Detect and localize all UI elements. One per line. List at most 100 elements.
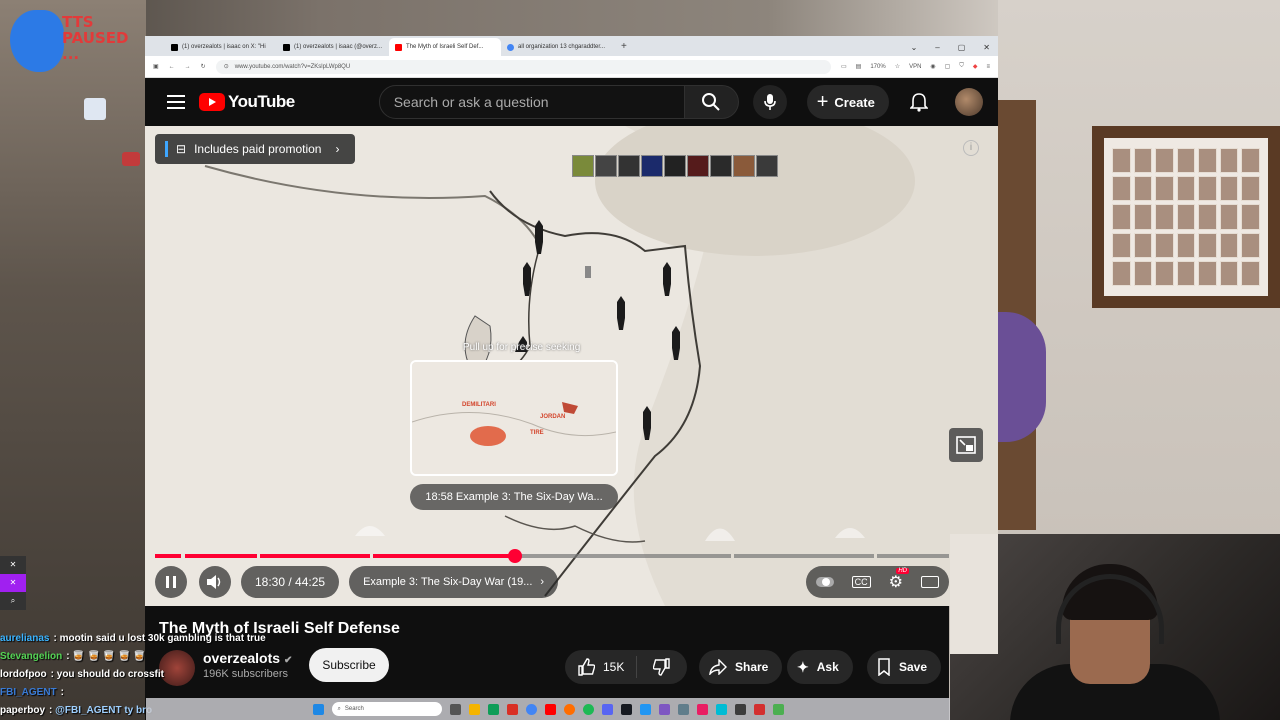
tab-x-1[interactable]: (1) overzealots | isaac on X: "Hi bbox=[165, 38, 277, 56]
youtube-logo-text: YouTube bbox=[228, 92, 295, 111]
pause-button[interactable] bbox=[155, 566, 187, 598]
chat-side-buttons: ✕ ✕ ⌕ bbox=[0, 556, 26, 610]
captions-button[interactable]: CC bbox=[851, 576, 871, 588]
firefox-icon[interactable] bbox=[563, 703, 575, 715]
shield-icon[interactable]: ⛉ bbox=[959, 63, 964, 70]
account-avatar[interactable] bbox=[954, 88, 983, 116]
search-icon[interactable]: ⌕ bbox=[0, 592, 26, 610]
close-icon[interactable]: ✕ bbox=[983, 43, 990, 52]
theater-mode-button[interactable] bbox=[921, 576, 939, 588]
windows-start-icon[interactable] bbox=[312, 703, 324, 715]
video-player[interactable]: ⊟ Includes paid promotion › i Pull up fo… bbox=[145, 126, 998, 606]
youtube-icon[interactable] bbox=[544, 703, 556, 715]
url-field[interactable]: ⊙ www.youtube.com/watch?v=ZKslpLWp8QU bbox=[215, 59, 831, 74]
site-info-icon[interactable]: ⊙ bbox=[224, 63, 229, 70]
search-button[interactable] bbox=[684, 85, 739, 119]
save-label: Save bbox=[899, 660, 928, 674]
edge-icon[interactable] bbox=[487, 703, 499, 715]
close-icon[interactable]: ✕ bbox=[0, 556, 26, 574]
chapter-button[interactable]: Example 3: The Six-Day War (19... › bbox=[349, 566, 559, 598]
menu-icon[interactable]: ≡ bbox=[986, 64, 990, 70]
close-icon[interactable]: ✕ bbox=[0, 574, 26, 592]
bookmark-icon[interactable]: ☆ bbox=[895, 63, 900, 70]
app-icon[interactable] bbox=[753, 703, 765, 715]
tab-list-icon[interactable]: ⌄ bbox=[911, 43, 918, 52]
app-icon[interactable] bbox=[658, 703, 670, 715]
app-icon[interactable] bbox=[696, 703, 708, 715]
plus-icon: + bbox=[816, 91, 829, 113]
taskbar-search[interactable]: ⌕ Search bbox=[331, 702, 442, 716]
miniplayer-button[interactable] bbox=[949, 428, 983, 462]
zoom-level[interactable]: 170% bbox=[870, 64, 885, 70]
settings-button[interactable]: ⚙ HD bbox=[889, 568, 909, 592]
desktop-file-icon[interactable] bbox=[84, 98, 106, 120]
voice-search-button[interactable] bbox=[752, 85, 787, 119]
paid-promotion-banner[interactable]: ⊟ Includes paid promotion › bbox=[155, 134, 355, 164]
notifications-button[interactable] bbox=[907, 90, 931, 114]
spotify-icon[interactable] bbox=[582, 703, 594, 715]
tab-label: The Myth of Israeli Self Def... bbox=[406, 44, 484, 50]
ask-label: Ask bbox=[816, 660, 839, 674]
chapter-title: Example 3: The Six-Day War (19... bbox=[363, 576, 533, 588]
forward-icon[interactable]: → bbox=[185, 64, 191, 70]
paid-promotion-icon: ⊟ bbox=[176, 142, 187, 156]
google-icon bbox=[507, 43, 514, 51]
sidebar-icon[interactable]: ▣ bbox=[153, 63, 159, 70]
new-tab-button[interactable]: + bbox=[613, 38, 635, 56]
maximize-icon[interactable]: ▢ bbox=[958, 43, 966, 52]
picture-frame bbox=[1092, 126, 1280, 308]
autoplay-toggle[interactable] bbox=[815, 577, 834, 587]
create-label: Create bbox=[834, 94, 875, 110]
app-icon[interactable] bbox=[734, 703, 746, 715]
back-icon[interactable]: ← bbox=[169, 64, 175, 70]
search-bar: Search or ask a question bbox=[378, 85, 739, 119]
app-icon[interactable] bbox=[772, 703, 784, 715]
file-explorer-icon[interactable] bbox=[468, 703, 480, 715]
screenshot-icon[interactable]: ▭ bbox=[841, 63, 847, 70]
reload-icon[interactable]: ↻ bbox=[201, 63, 206, 70]
youtube-logo[interactable]: YouTube bbox=[199, 92, 295, 112]
scrubber-handle[interactable] bbox=[508, 549, 522, 563]
tab-youtube[interactable]: The Myth of Israeli Self Def... bbox=[389, 38, 501, 56]
create-button[interactable]: + Create bbox=[806, 85, 889, 119]
like-dislike-group: 15K bbox=[565, 650, 687, 684]
discord-icon[interactable] bbox=[601, 703, 613, 715]
vpn-badge[interactable]: VPN bbox=[909, 64, 921, 70]
save-button[interactable]: Save bbox=[867, 650, 942, 684]
microphone-icon bbox=[763, 94, 776, 110]
app-icon[interactable] bbox=[715, 703, 727, 715]
task-view-icon[interactable] bbox=[449, 703, 461, 715]
address-bar: ▣ ← → ↻ ⊙ www.youtube.com/watch?v=ZKslpL… bbox=[145, 56, 998, 78]
minimize-icon[interactable]: – bbox=[935, 43, 939, 52]
windows-taskbar: ⌕ Search bbox=[146, 698, 950, 720]
progress-bar[interactable] bbox=[155, 549, 949, 563]
extension-icon[interactable]: ◆ bbox=[973, 63, 978, 70]
tab-google[interactable]: all organization 13 chgaraddter... bbox=[501, 38, 613, 56]
like-button[interactable]: 15K bbox=[565, 656, 638, 678]
player-controls: 18:30 / 44:25 Example 3: The Six-Day War… bbox=[155, 566, 949, 598]
youtube-play-icon bbox=[199, 93, 225, 111]
chapter-segment-played bbox=[155, 554, 181, 558]
thumbs-down-icon bbox=[653, 658, 670, 676]
app-icon[interactable] bbox=[639, 703, 651, 715]
sparkle-icon: ✦ bbox=[797, 658, 809, 675]
frame-photos bbox=[1104, 138, 1268, 296]
ask-button[interactable]: ✦ Ask bbox=[787, 650, 853, 684]
menu-icon[interactable] bbox=[167, 95, 185, 109]
account-icon[interactable]: ◉ bbox=[930, 63, 935, 70]
tab-x-2[interactable]: (1) overzealots | isaac (@overz... bbox=[277, 38, 389, 56]
search-input[interactable]: Search or ask a question bbox=[378, 85, 685, 119]
reader-icon[interactable]: ▤ bbox=[856, 63, 862, 70]
dislike-button[interactable] bbox=[637, 658, 687, 676]
settings-icon[interactable] bbox=[677, 703, 689, 715]
share-button[interactable]: Share bbox=[699, 650, 783, 684]
desktop-app-icon[interactable] bbox=[122, 152, 140, 166]
info-icon[interactable]: i bbox=[963, 140, 979, 156]
steam-icon[interactable] bbox=[620, 703, 632, 715]
opera-icon[interactable] bbox=[506, 703, 518, 715]
tab-label: (1) overzealots | isaac on X: "Hi bbox=[182, 44, 266, 50]
volume-button[interactable] bbox=[199, 566, 231, 598]
thumbs-up-icon bbox=[578, 658, 595, 676]
wallet-icon[interactable]: ▢ bbox=[945, 63, 951, 70]
chrome-icon[interactable] bbox=[525, 703, 537, 715]
